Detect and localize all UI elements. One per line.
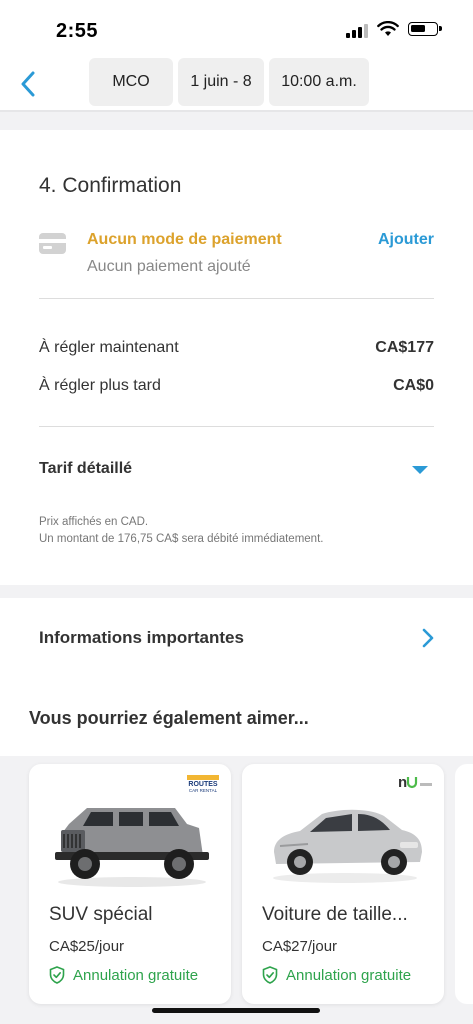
home-indicator: [152, 1008, 320, 1013]
divider: [39, 426, 434, 427]
recommendations-carousel[interactable]: ROUTES CAR RENTAL SUV spécial CA$25/jour…: [0, 756, 473, 1024]
pay-now-value: CA$177: [375, 339, 434, 356]
car-price: CA$25/jour: [49, 938, 125, 955]
status-time: 2:55: [56, 20, 99, 42]
price-details-label: Tarif détaillé: [39, 460, 133, 477]
free-cancellation: Annulation gratuite: [262, 966, 411, 984]
important-info-label: Informations importantes: [39, 628, 244, 647]
status-bar: 2:55: [0, 0, 473, 58]
add-payment-button[interactable]: Ajouter: [378, 231, 434, 249]
currency-note: Prix affichés en CAD.: [39, 516, 149, 528]
nu-logo: n: [398, 774, 432, 790]
search-header: MCO 1 juin - 8 10:00 a.m.: [0, 58, 473, 112]
battery-icon: [408, 22, 442, 36]
car-card-peek[interactable]: [455, 764, 473, 1004]
time-pill[interactable]: 10:00 a.m.: [269, 58, 369, 106]
recommendations-section: Vous pourriez également aimer... ROUTES …: [0, 678, 473, 1024]
chevron-right-icon: [422, 628, 434, 648]
important-info-row[interactable]: Informations importantes: [0, 598, 473, 678]
cancel-label: Annulation gratuite: [73, 966, 199, 984]
shield-check-icon: [262, 966, 278, 984]
svg-text:CAR RENTAL: CAR RENTAL: [189, 788, 218, 793]
svg-text:n: n: [398, 774, 407, 790]
rental-dates: 1 juin - 8: [190, 73, 252, 90]
car-name: SUV spécial: [49, 904, 153, 925]
chevron-left-icon: [21, 71, 35, 97]
charge-note: Un montant de 176,75 CA$ sera débité imm…: [39, 533, 324, 545]
free-cancellation: Annulation gratuite: [49, 966, 198, 984]
payment-method-title: Aucun mode de paiement: [87, 231, 282, 248]
price-details-toggle[interactable]: Tarif détaillé: [39, 452, 434, 488]
signal-icon: [346, 24, 368, 38]
pickup-time: 10:00 a.m.: [281, 73, 357, 90]
payment-method-subtitle: Aucun paiement ajouté: [87, 258, 251, 275]
svg-text:ROUTES: ROUTES: [188, 781, 218, 788]
divider: [39, 298, 434, 299]
routes-logo: ROUTES CAR RENTAL: [187, 775, 219, 793]
pay-now-label: À régler maintenant: [39, 339, 179, 356]
credit-card-icon: [39, 233, 66, 254]
cancel-label: Annulation gratuite: [286, 966, 412, 984]
wifi-icon: [377, 21, 399, 36]
pickup-location: MCO: [112, 73, 150, 90]
pay-later-value: CA$0: [393, 377, 434, 394]
car-card[interactable]: ROUTES CAR RENTAL SUV spécial CA$25/jour…: [29, 764, 231, 1004]
recommendations-title: Vous pourriez également aimer...: [29, 708, 309, 728]
car-name: Voiture de taille...: [262, 904, 408, 925]
confirmation-section: 4. Confirmation Aucun mode de paiement A…: [0, 130, 473, 585]
car-card[interactable]: n Voiture de taille... CA$27/jour Annula…: [242, 764, 444, 1004]
section-title: 4. Confirmation: [39, 174, 182, 197]
shield-check-icon: [49, 966, 65, 984]
pay-later-label: À régler plus tard: [39, 377, 161, 394]
dates-pill[interactable]: 1 juin - 8: [178, 58, 264, 106]
sedan-image: [273, 809, 422, 883]
car-price: CA$27/jour: [262, 938, 338, 955]
location-pill[interactable]: MCO: [89, 58, 173, 106]
page: 2:55 MCO 1 juin - 8 10:00 a.m. 4. Confir…: [0, 0, 473, 1024]
back-button[interactable]: [10, 66, 46, 102]
caret-down-icon: [412, 466, 428, 474]
jeep-suv-image: [55, 808, 209, 887]
